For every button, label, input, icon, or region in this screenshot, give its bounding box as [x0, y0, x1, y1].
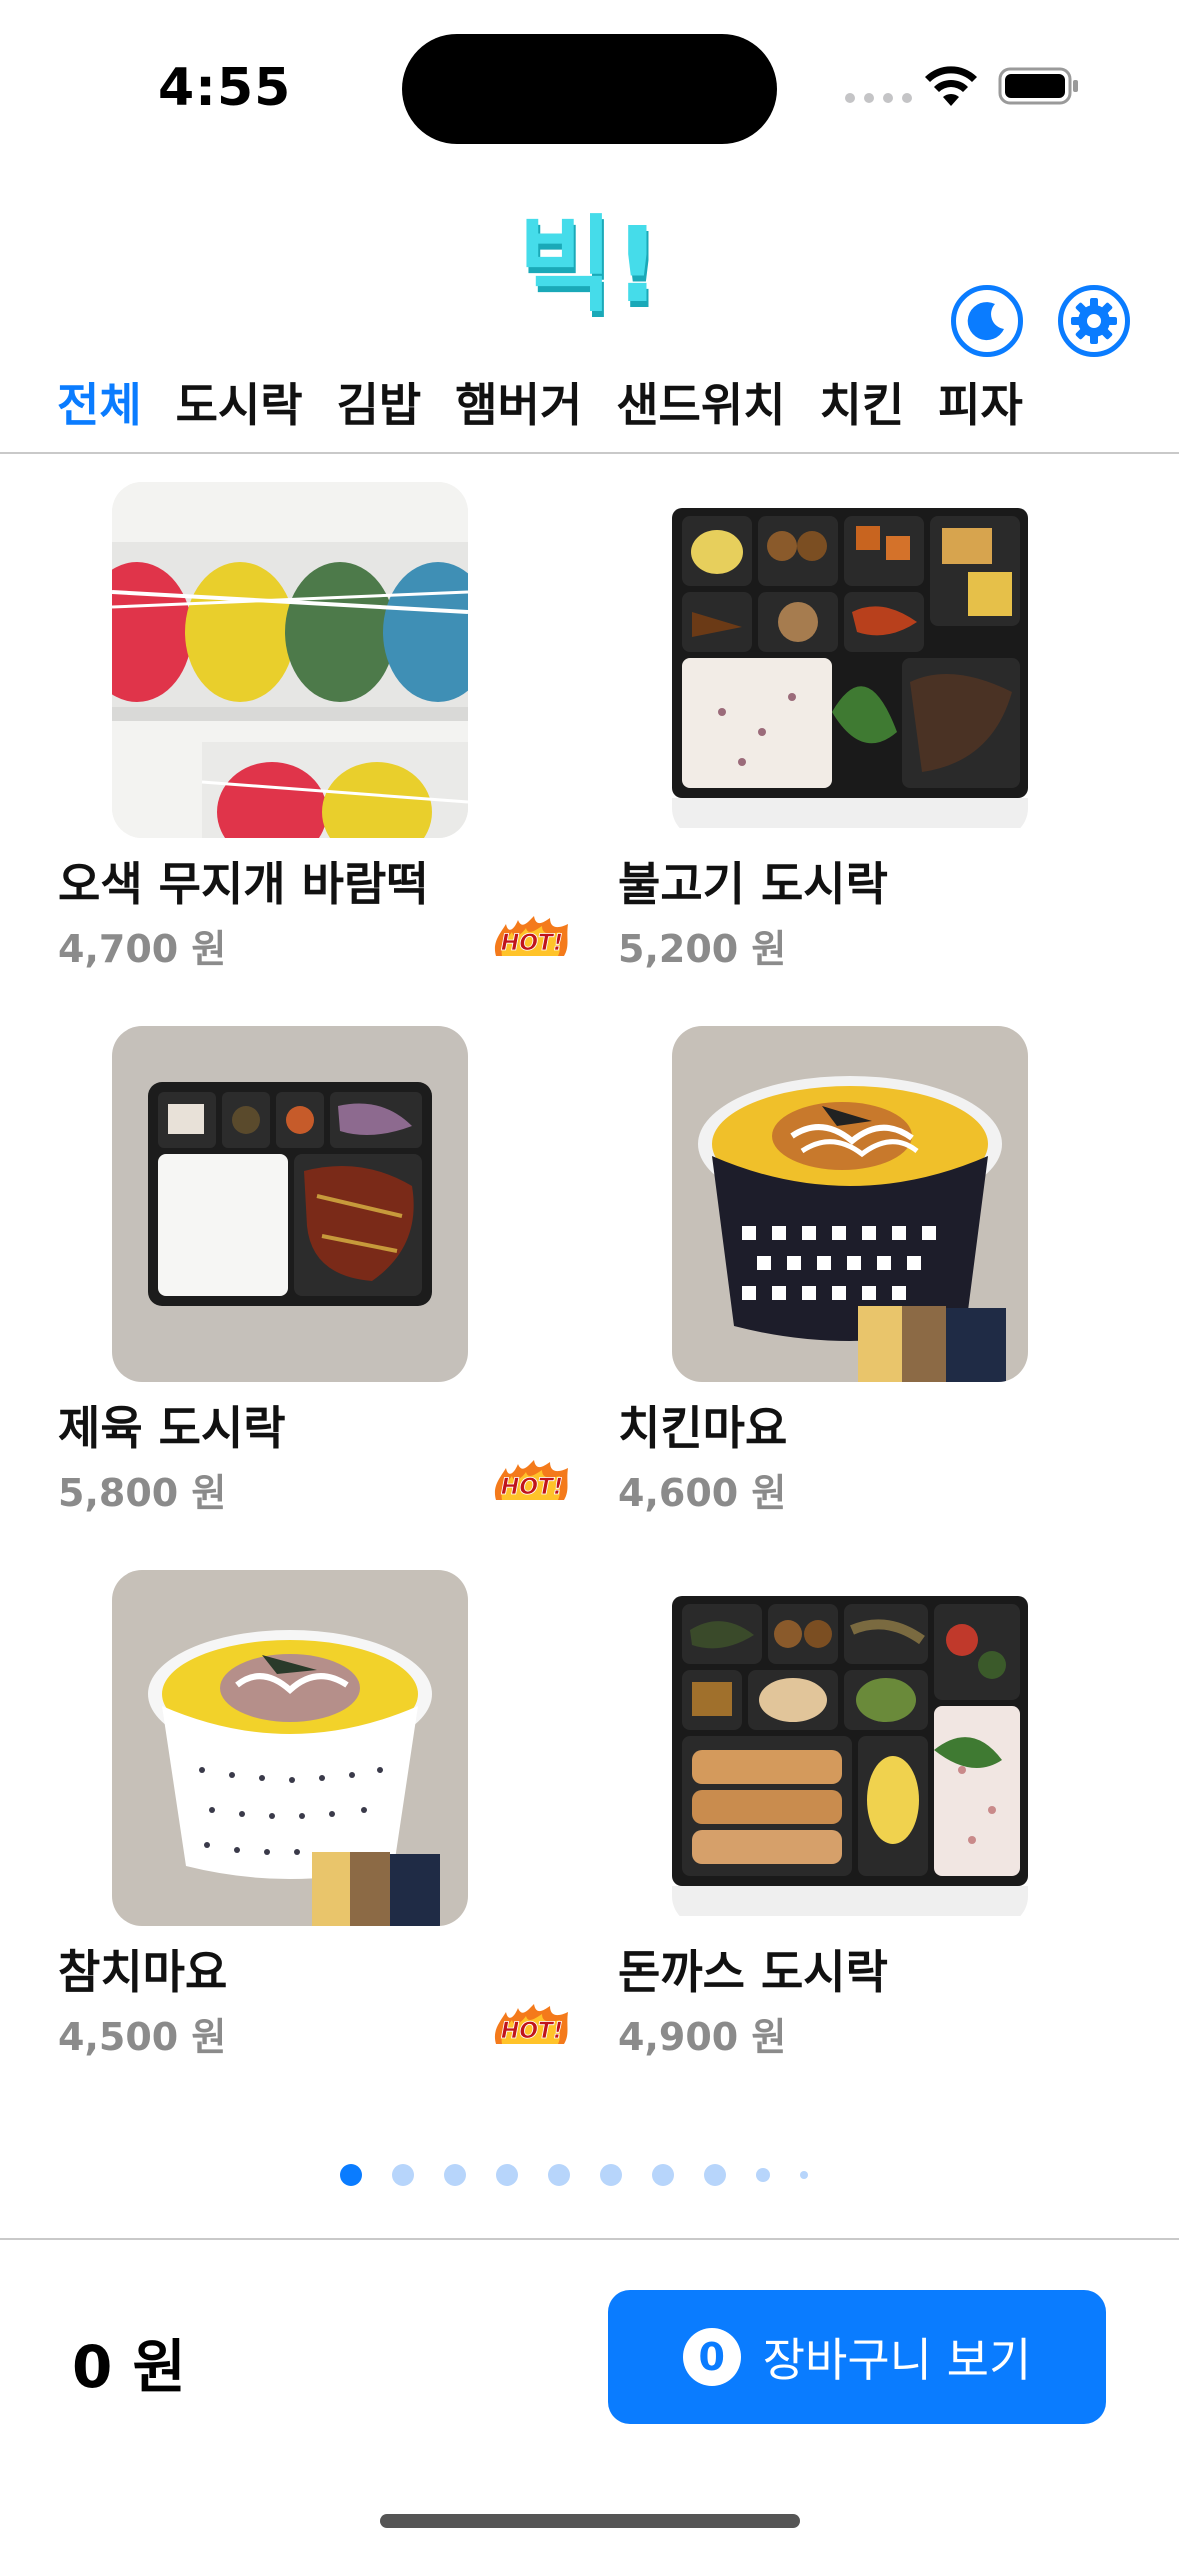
settings-button[interactable]	[1058, 285, 1130, 357]
status-bar: 4:55	[0, 0, 1179, 170]
product-name: 오색 무지개 바람떡	[58, 857, 429, 911]
product-image-pork-cutlet-lunchbox	[672, 1570, 1028, 1926]
wifi-icon	[925, 66, 977, 106]
product-card[interactable]: 참치마요 4,500 원 HOT!	[40, 1570, 580, 2090]
page-dot[interactable]	[652, 2164, 674, 2186]
view-cart-label: 장바구니 보기	[762, 2333, 1032, 2387]
page-dot[interactable]	[340, 2164, 362, 2186]
page-dot[interactable]	[704, 2164, 726, 2186]
hot-badge-icon: HOT!	[494, 2004, 568, 2044]
product-card[interactable]: 오색 무지개 바람떡 4,700 원 HOT!	[40, 482, 580, 1002]
page-dot[interactable]	[756, 2168, 770, 2182]
tab-pizza[interactable]: 피자	[921, 370, 1040, 440]
page-dot[interactable]	[444, 2164, 466, 2186]
page-dot[interactable]	[496, 2164, 518, 2186]
tab-sandwich[interactable]: 샌드위치	[599, 370, 802, 440]
view-cart-button[interactable]: 0 장바구니 보기	[608, 2290, 1106, 2424]
page-dot[interactable]	[800, 2171, 808, 2179]
product-image-rainbow-rice-cake	[112, 482, 468, 838]
product-card[interactable]: 돈까스 도시락 4,900 원	[600, 1570, 1140, 2090]
svg-text:HOT!: HOT!	[501, 931, 563, 956]
cellular-signal-icon	[845, 93, 912, 103]
cart-count-badge: 0	[682, 2328, 741, 2386]
svg-text:HOT!: HOT!	[501, 2019, 563, 2044]
home-indicator[interactable]	[380, 2514, 800, 2528]
battery-icon	[998, 67, 1078, 105]
product-name: 치킨마요	[618, 1401, 788, 1455]
moon-icon	[967, 302, 1004, 341]
product-price: 4,500 원	[58, 2015, 227, 2059]
product-image-bulgogi-lunchbox	[672, 482, 1028, 838]
status-time: 4:55	[158, 58, 292, 118]
product-name: 불고기 도시락	[618, 857, 888, 911]
dark-mode-button[interactable]	[951, 285, 1023, 357]
product-card[interactable]: 불고기 도시락 5,200 원	[600, 482, 1140, 1002]
tab-all[interactable]: 전체	[40, 370, 159, 440]
gear-icon	[1071, 298, 1117, 344]
tab-lunchbox[interactable]: 도시락	[159, 370, 320, 440]
tab-hamburger[interactable]: 햄버거	[438, 370, 599, 440]
product-name: 제육 도시락	[58, 1401, 286, 1455]
product-name: 돈까스 도시락	[618, 1945, 888, 1999]
category-tabs: 전체 도시락 김밥 햄버거 샌드위치 치킨 피자	[40, 370, 1040, 440]
page-dot[interactable]	[600, 2164, 622, 2186]
page-dot[interactable]	[548, 2164, 570, 2186]
tab-gimbap[interactable]: 김밥	[320, 370, 439, 440]
product-image-chicken-mayo-bowl	[672, 1026, 1028, 1382]
page-dot[interactable]	[392, 2164, 414, 2186]
app-logo: 빅! 빅!	[518, 204, 658, 330]
product-image-jeyuk-lunchbox	[112, 1026, 468, 1382]
product-price: 5,200 원	[618, 927, 787, 971]
page-indicator[interactable]	[340, 2164, 808, 2186]
product-price: 4,600 원	[618, 1471, 787, 1515]
bottom-divider	[0, 2238, 1179, 2240]
logo-text: 빅!	[518, 204, 658, 326]
product-name: 참치마요	[58, 1945, 228, 1999]
product-card[interactable]: 치킨마요 4,600 원	[600, 1026, 1140, 1546]
hot-badge-icon: HOT!	[494, 1460, 568, 1500]
total-price: 0 원	[72, 2333, 186, 2401]
product-card[interactable]: 제육 도시락 5,800 원 HOT!	[40, 1026, 580, 1546]
product-price: 4,900 원	[618, 2015, 787, 2059]
product-price: 4,700 원	[58, 927, 227, 971]
hot-badge-icon: HOT!	[494, 916, 568, 956]
product-image-tuna-mayo-bowl	[112, 1570, 468, 1926]
product-price: 5,800 원	[58, 1471, 227, 1515]
tabs-divider	[0, 452, 1179, 454]
tab-chicken[interactable]: 치킨	[803, 370, 922, 440]
svg-text:HOT!: HOT!	[501, 1475, 563, 1500]
dynamic-island	[402, 34, 777, 144]
